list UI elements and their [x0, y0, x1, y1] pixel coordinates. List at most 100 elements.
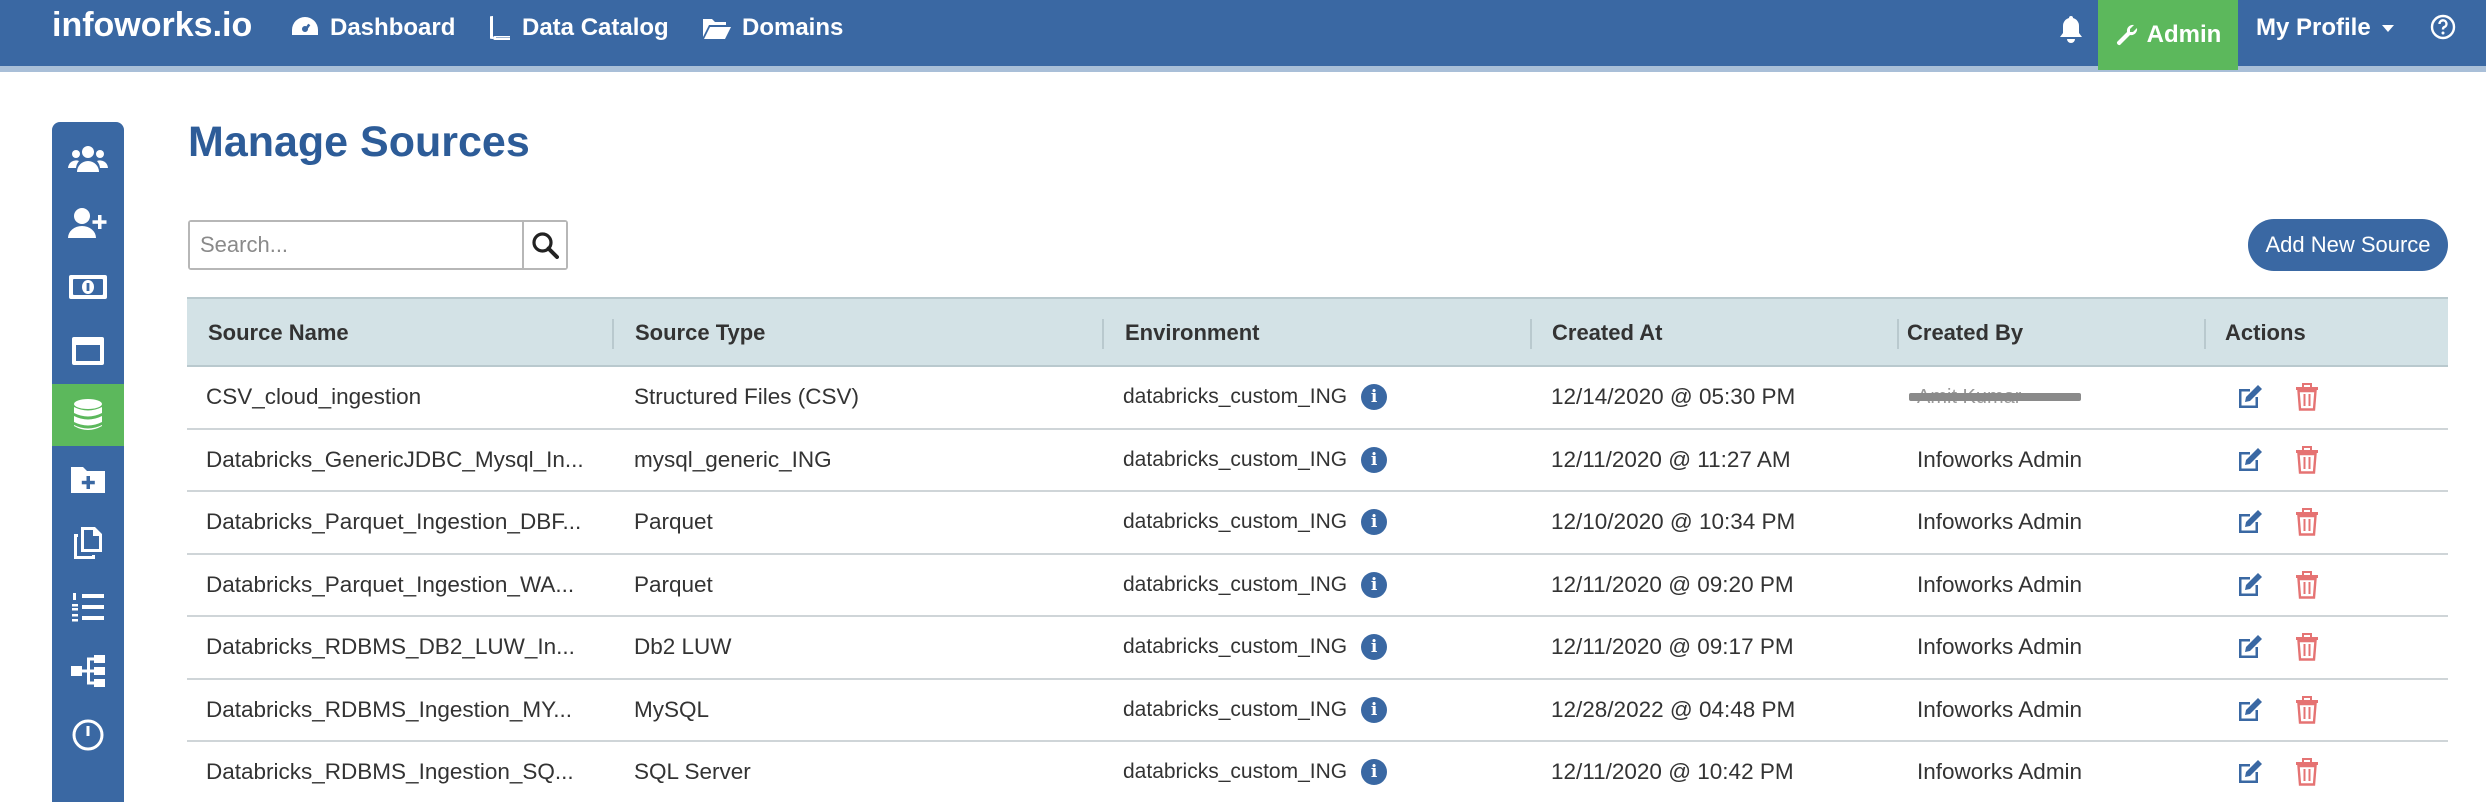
info-icon[interactable]: i: [1361, 509, 1388, 535]
column-header-created-at[interactable]: Created At: [1552, 299, 1662, 367]
column-divider: [1530, 319, 1532, 349]
table-row[interactable]: Databricks_GenericJDBC_Mysql_In... mysql…: [187, 430, 2448, 492]
cell-created-at: 12/10/2020 @ 10:34 PM: [1551, 509, 1796, 534]
trash-icon: [2296, 633, 2318, 661]
cell-source-name[interactable]: Databricks_RDBMS_DB2_LUW_In...: [206, 617, 606, 677]
info-icon[interactable]: i: [1361, 634, 1388, 660]
nav-domains-label: Domains: [742, 14, 844, 41]
my-profile-dropdown[interactable]: My Profile: [2256, 14, 2395, 42]
edit-button[interactable]: [2236, 696, 2264, 729]
edit-icon: [2239, 760, 2262, 783]
table-row[interactable]: Databricks_Parquet_Ingestion_WA... Parqu…: [187, 555, 2448, 617]
notifications-button[interactable]: [2058, 14, 2084, 49]
sidebar-item-domains[interactable]: [52, 448, 124, 510]
delete-button[interactable]: [2295, 633, 2319, 666]
table-row[interactable]: CSV_cloud_ingestion Structured Files (CS…: [187, 367, 2448, 430]
money-icon: [69, 275, 107, 299]
edit-button[interactable]: [2236, 446, 2264, 479]
cell-created-at: 12/28/2022 @ 04:48 PM: [1551, 696, 1796, 722]
column-divider: [612, 319, 614, 349]
table-row[interactable]: Databricks_RDBMS_Ingestion_SQ... SQL Ser…: [187, 742, 2448, 802]
cell-source-type: SQL Server: [634, 759, 751, 784]
sidebar-item-add-user[interactable]: [52, 192, 124, 254]
cell-source-name[interactable]: Databricks_GenericJDBC_Mysql_In...: [206, 430, 606, 490]
environment-name: databricks_custom_ING: [1123, 385, 1348, 408]
brand-logo[interactable]: infoworks.io: [52, 6, 252, 45]
trash-icon: [2296, 445, 2318, 474]
cell-created-at: 12/11/2020 @ 10:42 PM: [1551, 759, 1794, 784]
nav-data-catalog-label: Data Catalog: [522, 14, 669, 41]
question-circle-icon: [2430, 14, 2456, 40]
cell-created-at: 12/11/2020 @ 11:27 AM: [1551, 446, 1791, 472]
sidebar-item-billing[interactable]: [52, 256, 124, 318]
cell-source-name[interactable]: Databricks_RDBMS_Ingestion_SQ...: [206, 742, 606, 802]
table-row[interactable]: Databricks_Parquet_Ingestion_DBF... Parq…: [187, 492, 2448, 555]
cell-created-by: Infoworks Admin: [1917, 571, 2083, 597]
info-icon[interactable]: i: [1361, 446, 1388, 473]
info-icon[interactable]: i: [1361, 571, 1388, 598]
cell-source-name[interactable]: Databricks_Parquet_Ingestion_WA...: [206, 555, 606, 615]
cell-source-type: Parquet: [634, 509, 713, 534]
cell-created-by: Infoworks Admin: [1917, 634, 2083, 659]
cell-source-name[interactable]: Databricks_RDBMS_Ingestion_MY...: [206, 680, 606, 740]
edit-button[interactable]: [2236, 758, 2264, 791]
column-header-source-type[interactable]: Source Type: [635, 299, 765, 367]
edit-button[interactable]: [2236, 571, 2264, 604]
sidebar-item-list[interactable]: [52, 576, 124, 638]
cell-environment: databricks_custom_ING i: [1123, 742, 1388, 802]
table-header: Source Name Source Type Environment Crea…: [187, 297, 2448, 367]
cell-source-type: Db2 LUW: [634, 634, 732, 659]
cell-created-by: Infoworks Admin: [1917, 446, 2083, 472]
caret-down-icon: [2381, 25, 2394, 32]
database-icon: [74, 399, 102, 430]
info-icon[interactable]: i: [1361, 384, 1388, 410]
admin-button[interactable]: Admin: [2098, 0, 2238, 70]
help-button[interactable]: [2430, 14, 2456, 45]
environment-name: databricks_custom_ING: [1123, 447, 1348, 471]
nav-dashboard[interactable]: Dashboard: [290, 14, 455, 42]
edit-button[interactable]: [2236, 383, 2264, 416]
column-header-environment[interactable]: Environment: [1125, 299, 1259, 367]
nav-data-catalog[interactable]: Data Catalog: [490, 14, 669, 42]
add-new-source-button[interactable]: Add New Source: [2248, 219, 2448, 271]
column-header-source-name[interactable]: Source Name: [208, 299, 349, 367]
cell-created-at: 12/14/2020 @ 05:30 PM: [1551, 384, 1796, 409]
book-icon: [490, 16, 510, 40]
cell-source-name[interactable]: Databricks_Parquet_Ingestion_DBF...: [206, 492, 606, 552]
column-divider: [2204, 319, 2206, 349]
table-row[interactable]: Databricks_RDBMS_Ingestion_MY... MySQL d…: [187, 680, 2448, 742]
sidebar-item-sources[interactable]: [52, 384, 124, 446]
column-header-created-by[interactable]: Created By: [1897, 299, 2023, 367]
delete-button[interactable]: [2295, 445, 2319, 479]
info-icon[interactable]: i: [1361, 759, 1388, 785]
info-icon[interactable]: i: [1361, 696, 1388, 723]
delete-button[interactable]: [2295, 695, 2319, 729]
trash-icon: [2296, 570, 2318, 599]
search-button[interactable]: [522, 222, 566, 268]
nav-domains[interactable]: Domains: [702, 14, 843, 42]
cell-environment: databricks_custom_ING i: [1123, 555, 1388, 615]
delete-button[interactable]: [2295, 758, 2319, 791]
trash-icon: [2296, 383, 2318, 411]
wrench-icon: [2116, 24, 2137, 46]
table-row[interactable]: Databricks_RDBMS_DB2_LUW_In... Db2 LUW d…: [187, 617, 2448, 680]
delete-button[interactable]: [2295, 508, 2319, 541]
sidebar-item-environments[interactable]: [52, 320, 124, 382]
search-input[interactable]: [190, 222, 523, 268]
cell-created-by: Infoworks Admin: [1917, 509, 2083, 534]
edit-button[interactable]: [2236, 633, 2264, 666]
sitemap-icon: [71, 655, 105, 687]
cell-created-by: Infoworks Admin: [1917, 696, 2083, 722]
sidebar-item-schedules[interactable]: [52, 704, 124, 766]
environment-name: databricks_custom_ING: [1123, 635, 1348, 658]
delete-button[interactable]: [2295, 570, 2319, 604]
cell-environment: databricks_custom_ING i: [1123, 430, 1388, 490]
page-title: Manage Sources: [188, 118, 530, 166]
copy-icon: [74, 527, 102, 559]
sidebar-item-pipelines[interactable]: [52, 640, 124, 702]
sidebar-item-users[interactable]: [52, 128, 124, 190]
delete-button[interactable]: [2295, 383, 2319, 416]
cell-source-name[interactable]: CSV_cloud_ingestion: [206, 367, 606, 427]
edit-button[interactable]: [2236, 508, 2264, 541]
sidebar-item-copy[interactable]: [52, 512, 124, 574]
